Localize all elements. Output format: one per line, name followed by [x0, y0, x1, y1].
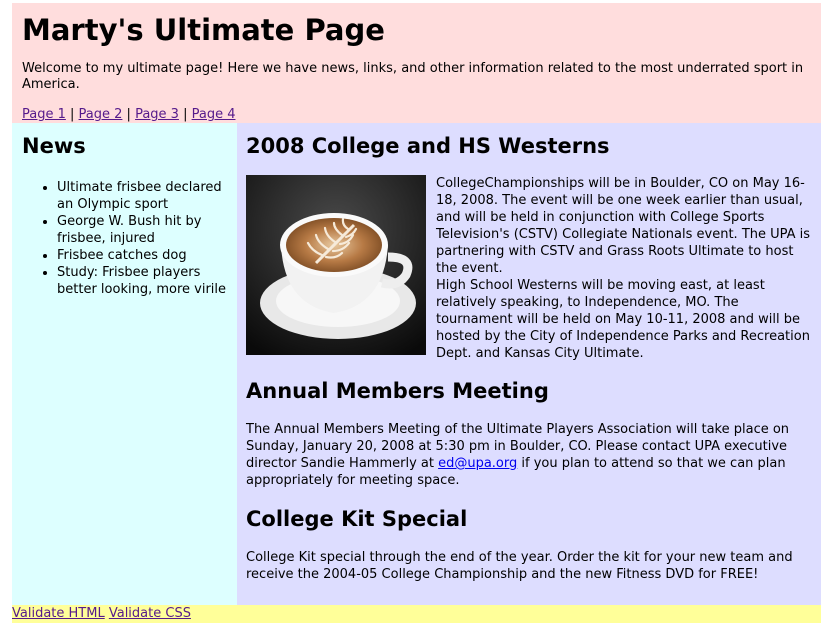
validate-html-link[interactable]: Validate HTML: [12, 606, 105, 621]
link-separator: |: [122, 107, 136, 122]
coffee-latte-art-photo: [246, 175, 426, 355]
welcome-text: Welcome to my ultimate page! Here we hav…: [22, 61, 804, 92]
email-link[interactable]: ed@upa.org: [438, 456, 517, 471]
westerns-section: 2008 College and HS Westerns CollegeCham…: [246, 133, 811, 362]
columns: News Ultimate frisbee declared an Olympi…: [12, 123, 821, 605]
news-heading: News: [22, 134, 86, 158]
validate-css-link[interactable]: Validate CSS: [109, 606, 191, 621]
page-title: Marty's Ultimate Page: [22, 13, 385, 47]
members-meeting-section: Annual Members Meeting The Annual Member…: [246, 378, 811, 489]
news-item: Ultimate frisbee declared an Olympic spo…: [57, 179, 227, 213]
header: Marty's Ultimate Page Welcome to my ulti…: [12, 3, 821, 123]
westerns-heading: 2008 College and HS Westerns: [246, 134, 610, 158]
college-kit-heading: College Kit Special: [246, 507, 468, 531]
link-separator: |: [178, 107, 192, 122]
news-item: Study: Frisbee players better looking, m…: [57, 264, 227, 298]
page-2-link[interactable]: Page 2: [79, 107, 123, 122]
main-content: 2008 College and HS Westerns CollegeCham…: [237, 123, 821, 605]
page-4-link[interactable]: Page 4: [192, 107, 236, 122]
page: Marty's Ultimate Page Welcome to my ulti…: [12, 3, 821, 623]
page-3-link[interactable]: Page 3: [135, 107, 179, 122]
page-1-link[interactable]: Page 1: [22, 107, 66, 122]
news-sidebar: News Ultimate frisbee declared an Olympi…: [12, 123, 237, 605]
college-kit-paragraph: College Kit special through the end of t…: [246, 550, 793, 582]
members-meeting-heading: Annual Members Meeting: [246, 379, 549, 403]
page-links: Page 1 | Page 2 | Page 3 | Page 4: [22, 107, 811, 123]
footer: Validate HTML Validate CSS: [12, 605, 821, 623]
link-separator: |: [65, 107, 79, 122]
members-meeting-paragraph: The Annual Members Meeting of the Ultima…: [246, 421, 811, 489]
college-kit-section: College Kit Special College Kit special …: [246, 506, 811, 583]
news-item: George W. Bush hit by frisbee, injured: [57, 213, 227, 247]
westerns-article: CollegeChampionships will be in Boulder,…: [246, 175, 811, 362]
news-item: Frisbee catches dog: [57, 247, 227, 264]
coffee-cup-image: [246, 175, 426, 355]
news-list: Ultimate frisbee declared an Olympic spo…: [22, 179, 227, 298]
